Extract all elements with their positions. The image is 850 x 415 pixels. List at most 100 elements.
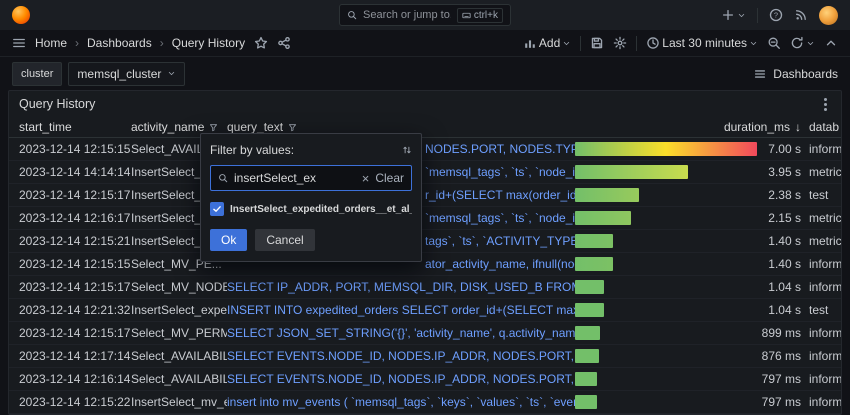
breadcrumb-current[interactable]: Query History [172, 36, 245, 50]
filter-funnel-icon[interactable] [209, 123, 218, 132]
cell-duration-ms: 2.38 s [768, 188, 801, 202]
star-icon[interactable] [254, 36, 268, 50]
cluster-variable-picker: cluster memsql_cluster [12, 61, 186, 86]
cell-duration-gauge [575, 280, 761, 294]
table-row: 2023-12-14 12:15:17 Select_MV_NODE... SE… [9, 276, 841, 299]
cell-database: inform [809, 257, 842, 271]
add-panel-button[interactable]: Add [523, 36, 571, 50]
grafana-logo[interactable] [12, 6, 30, 24]
dashboards-link-button[interactable]: Dashboards [753, 67, 838, 81]
time-range-picker[interactable]: Last 30 minutes [646, 36, 758, 50]
cell-duration-ms: 1.40 s [768, 257, 801, 271]
search-input[interactable]: Search or jump to... ctrl+k [339, 4, 511, 26]
filter-option[interactable]: InsertSelect_expedited_orders__et_al_4be… [210, 202, 412, 216]
cluster-variable-value[interactable]: memsql_cluster [68, 61, 186, 86]
zoom-out-icon[interactable] [767, 36, 781, 50]
column-header-database[interactable]: datab [809, 120, 841, 134]
help-button[interactable]: ? [769, 8, 783, 22]
cell-start-time: 2023-12-14 12:15:21 [19, 234, 131, 248]
divider [580, 35, 582, 51]
filter-funnel-icon[interactable] [288, 123, 297, 132]
column-header-start-time[interactable]: start_time [19, 120, 131, 134]
cell-start-time: 2023-12-14 12:16:17 [19, 211, 131, 225]
column-header-activity-name[interactable]: activity_name [131, 120, 227, 134]
chevron-down-icon [807, 41, 814, 45]
keyboard-icon [462, 12, 471, 18]
cell-activity-name: InsertSelect_expe... [131, 303, 227, 317]
cell-duration-gauge [575, 372, 761, 386]
column-header-query-text[interactable]: query_text [227, 120, 575, 134]
clear-x-icon[interactable]: × [362, 171, 370, 186]
cell-activity-name: Select_MV_PERMI... [131, 326, 227, 340]
top-navigation-bar: Search or jump to... ctrl+k ? [0, 0, 850, 30]
cell-database: metric [809, 234, 842, 248]
search-placeholder: Search or jump to... [363, 9, 451, 21]
new-menu-button[interactable] [721, 8, 746, 22]
duration-bar [575, 188, 639, 202]
user-avatar[interactable] [819, 5, 838, 25]
collapse-toolbar-chevron-up-icon[interactable] [824, 36, 838, 50]
query-history-panel: Query History start_time activity_name q… [8, 90, 842, 415]
cluster-variable-label: cluster [12, 61, 63, 86]
cell-query-text-link[interactable]: SELECT EVENTS.NODE_ID, NODES.IP_ADDR, NO… [227, 372, 575, 386]
cell-query-text-link[interactable]: insert into mv_events ( `memsql_tags`, `… [227, 395, 575, 409]
panel-title: Query History [19, 97, 96, 111]
ok-button[interactable]: Ok [210, 229, 248, 251]
cell-database: inform [809, 395, 842, 409]
table-row: 2023-12-14 12:17:14 Select_AVAILABILI...… [9, 345, 841, 368]
breadcrumb: Home › Dashboards › Query History [35, 36, 245, 50]
share-icon[interactable] [277, 36, 291, 50]
sort-descending-icon: ↓ [795, 120, 801, 134]
cell-query-text-link[interactable]: SELECT IP_ADDR, PORT, MEMSQL_DIR, DISK_U… [227, 280, 575, 294]
duration-bar [575, 234, 613, 248]
cell-duration-gauge [575, 349, 761, 363]
dashboard-variables-row: cluster memsql_cluster Dashboards [0, 57, 850, 90]
filter-values-search-input[interactable]: insertSelect_ex × Clear [210, 165, 412, 191]
duration-bar [575, 142, 757, 156]
cancel-button[interactable]: Cancel [255, 229, 315, 251]
cell-query-text-link[interactable]: SELECT EVENTS.NODE_ID, NODES.IP_ADDR, NO… [227, 349, 575, 363]
cell-duration-gauge [575, 142, 761, 156]
save-icon[interactable] [590, 36, 604, 50]
cell-duration-ms: 876 ms [761, 349, 801, 363]
sort-values-icon[interactable] [402, 145, 412, 155]
cell-duration-gauge [575, 326, 761, 340]
cell-duration-ms: 1.04 s [768, 303, 801, 317]
cell-start-time: 2023-12-14 12:15:15 [19, 257, 131, 271]
duration-bar [575, 303, 604, 317]
cell-database: inform [809, 280, 842, 294]
cell-database: metric [809, 165, 842, 179]
panel-menu-kebab-icon[interactable] [820, 96, 831, 113]
chevron-down-icon [564, 41, 570, 45]
table-row: 2023-12-14 12:15:21 InsertSelect_a... ta… [9, 230, 841, 253]
svg-text:?: ? [774, 11, 778, 20]
cell-duration-ms: 797 ms [761, 372, 801, 386]
checkbox-checked[interactable] [210, 202, 224, 216]
cell-duration-gauge [575, 234, 761, 248]
refresh-button[interactable] [790, 36, 815, 50]
duration-bar [575, 395, 597, 409]
column-header-duration-ms[interactable]: duration_ms ↓ [575, 120, 809, 134]
breadcrumb-home[interactable]: Home [35, 36, 67, 50]
chevron-right-icon: › [159, 36, 164, 50]
filter-option-label: InsertSelect_expedited_orders__et_al_4be… [230, 203, 412, 215]
settings-gear-icon[interactable] [613, 36, 627, 50]
clear-button[interactable]: Clear [375, 171, 404, 185]
cell-query-text-link[interactable]: INSERT INTO expedited_orders SELECT orde… [227, 303, 575, 317]
cell-start-time: 2023-12-14 12:15:22 [19, 395, 131, 409]
cell-start-time: 2023-12-14 12:15:17 [19, 326, 131, 340]
table-row: 2023-12-14 12:15:22 InsertSelect_mv_e...… [9, 391, 841, 414]
cell-start-time: 2023-12-14 12:15:17 [19, 188, 131, 202]
table-row: 2023-12-14 12:16:14 Select_AVAILABILI...… [9, 368, 841, 391]
rss-icon [795, 10, 806, 21]
cell-query-text-link[interactable]: SELECT JSON_SET_STRING('{}', 'activity_n… [227, 326, 575, 340]
divider [757, 7, 758, 23]
breadcrumb-dashboards[interactable]: Dashboards [87, 36, 152, 50]
cell-duration-ms: 797 ms [761, 395, 801, 409]
keyboard-shortcut-badge: ctrl+k [456, 7, 503, 23]
menu-icon[interactable] [12, 36, 26, 50]
news-button[interactable] [794, 8, 808, 22]
chevron-down-icon [738, 13, 745, 17]
duration-bar [575, 165, 688, 179]
cell-duration-gauge [575, 188, 761, 202]
